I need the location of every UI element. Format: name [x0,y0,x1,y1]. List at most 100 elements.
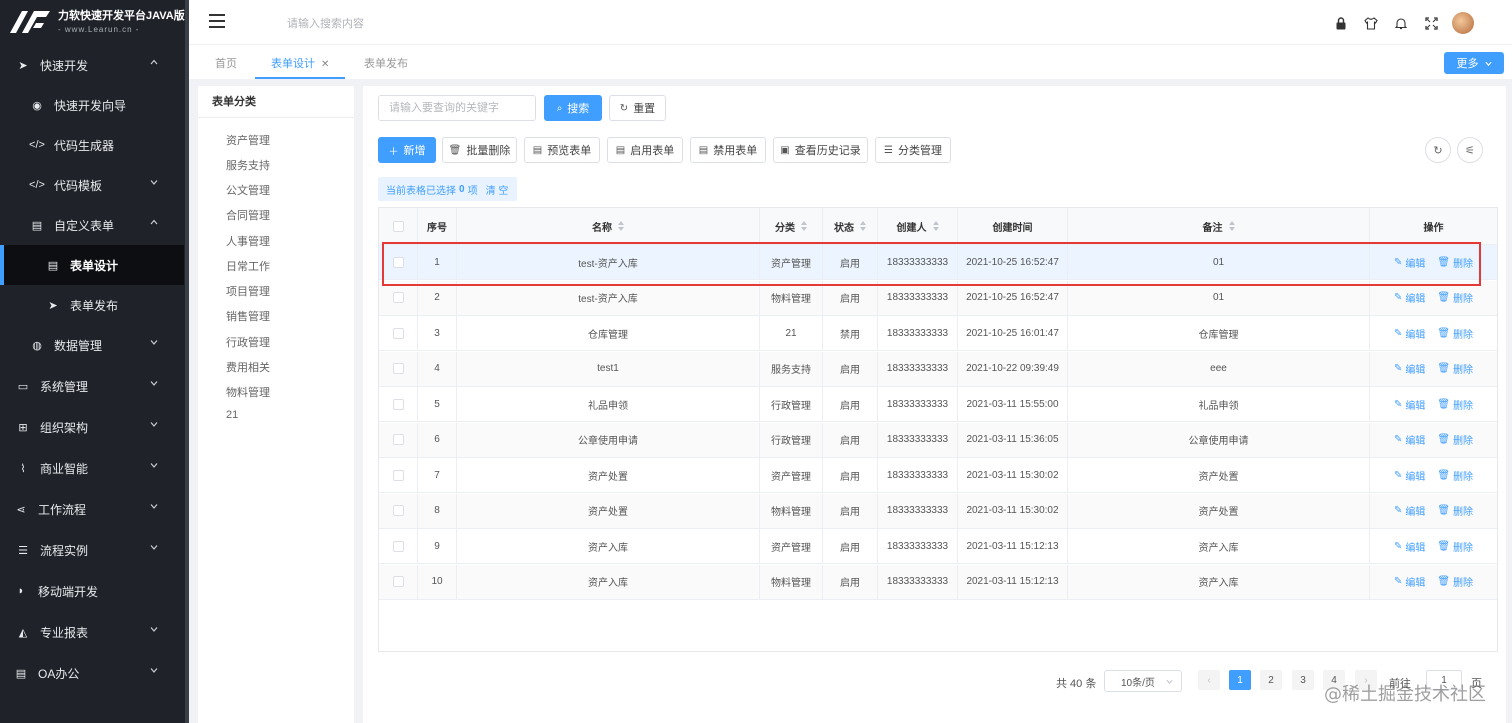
sidebar-item-oa-office[interactable]: ▤ OA办公 [0,653,184,693]
col-header-status[interactable]: 状态 [823,208,878,244]
delete-link[interactable]: 🗑 删除 [1437,397,1473,412]
avatar[interactable] [1452,12,1474,34]
delete-link[interactable]: 🗑 删除 [1437,539,1473,554]
sidebar-item-form-design[interactable]: ▤ 表单设计 [0,245,184,285]
category-item[interactable]: 服务支持 [226,157,270,173]
shirt-icon[interactable] [1362,14,1380,32]
row-checkbox[interactable] [392,469,404,481]
delete-link[interactable]: 🗑 删除 [1437,290,1473,305]
edit-link[interactable]: ✎ 编辑 [1394,290,1425,305]
delete-link[interactable]: 🗑 删除 [1437,361,1473,376]
edit-link[interactable]: ✎ 编辑 [1394,539,1425,554]
sidebar-item-quick-dev-wizard[interactable]: ◉ 快速开发向导 [0,85,184,125]
sidebar-item-business-intelligence[interactable]: ⌇ 商业智能 [0,448,184,488]
delete-link[interactable]: 🗑 删除 [1437,432,1473,447]
sidebar-item-custom-form[interactable]: ▤ 自定义表单 [0,205,184,245]
edit-link[interactable]: ✎ 编辑 [1394,468,1425,483]
refresh-table-button[interactable]: ↻ [1425,137,1451,163]
edit-link[interactable]: ✎ 编辑 [1394,432,1425,447]
page-button-2[interactable]: 2 [1260,670,1282,690]
page-button-3[interactable]: 3 [1292,670,1314,690]
category-item[interactable]: 项目管理 [226,283,270,299]
row-checkbox[interactable] [392,327,404,339]
sort-icon[interactable] [932,221,939,231]
clear-selection-link[interactable]: 清 空 [486,182,509,197]
view-history-button[interactable]: ▣ 查看历史记录 [773,137,868,163]
category-item[interactable]: 日常工作 [226,258,270,274]
category-item[interactable]: 费用相关 [226,359,270,375]
fullscreen-icon[interactable] [1422,14,1440,32]
row-checkbox[interactable] [392,576,404,587]
delete-link[interactable]: 🗑 删除 [1437,503,1473,518]
row-checkbox[interactable] [392,434,404,445]
sort-icon[interactable] [801,221,807,231]
row-checkbox[interactable] [392,292,404,303]
column-settings-button[interactable]: ⚟ [1457,137,1483,163]
sidebar-item-form-publish[interactable]: ➤ 表单发布 [0,285,184,325]
close-icon[interactable]: ✕ [321,59,329,70]
sidebar-scrollbar[interactable] [185,0,189,723]
col-header-remark[interactable]: 备注 [1068,208,1370,244]
sort-icon[interactable] [860,221,866,231]
delete-link[interactable]: 🗑 删除 [1437,326,1473,341]
col-header-creator[interactable]: 创建人 [878,208,958,244]
sidebar-item-professional-reports[interactable]: ◭ 专业报表 [0,612,184,652]
batch-delete-button[interactable]: 🗑 批量删除 [442,137,517,163]
table-row[interactable]: 3 仓库管理 21 禁用 18333333333 2021-10-25 16:01:47 仓… [379,316,1497,351]
table-row[interactable]: 6 公章使用申请 行政管理 启用 18333333333 2021-03-11 15:36… [379,422,1497,458]
bell-icon[interactable] [1392,14,1410,32]
tab-form-design[interactable]: 表单设计 ✕ [255,45,346,79]
sidebar-item-system-management[interactable]: ▭ 系统管理 [0,366,184,406]
edit-link[interactable]: ✎ 编辑 [1394,361,1425,376]
table-row[interactable]: 10 资产入库 物料管理 启用 18333333333 2021-03-11 15:12:… [379,564,1497,600]
enable-form-button[interactable]: ▤ 启用表单 [607,137,683,163]
page-button-1[interactable]: 1 [1229,670,1251,690]
sidebar-item-organization[interactable]: ⊞ 组织架构 [0,407,184,447]
delete-link[interactable]: 🗑 删除 [1437,574,1473,589]
edit-link[interactable]: ✎ 编辑 [1394,326,1425,341]
edit-link[interactable]: ✎ 编辑 [1394,574,1425,589]
col-header-category[interactable]: 分类 [760,208,823,244]
more-button[interactable]: 更多 [1444,52,1504,74]
sidebar-item-data-management[interactable]: ◍ 数据管理 [0,325,184,365]
row-checkbox[interactable] [392,398,404,410]
category-item[interactable]: 物料管理 [226,384,270,400]
sidebar-item-workflow[interactable]: ⋖ 工作流程 [0,489,184,529]
page-size-select[interactable]: 10条/页 [1104,670,1182,692]
preview-form-button[interactable]: ▤ 预览表单 [524,137,600,163]
table-row[interactable]: 5 礼品申领 行政管理 启用 18333333333 2021-03-11 15:55:0… [379,387,1497,422]
logo[interactable]: 力软快速开发平台JAVA版 - www.Learun.cn - [0,0,189,44]
category-item[interactable]: 合同管理 [226,207,270,223]
disable-form-button[interactable]: ▤ 禁用表单 [690,137,766,163]
sidebar-item-process-instance[interactable]: ☰ 流程实例 [0,530,184,570]
sidebar-item-mobile-dev[interactable]: ◗ 移动端开发 [0,571,184,611]
delete-link[interactable]: 🗑 删除 [1437,468,1473,483]
row-checkbox[interactable] [392,540,404,552]
edit-link[interactable]: ✎ 编辑 [1394,397,1425,412]
select-all-checkbox[interactable] [392,220,404,232]
menu-toggle-icon[interactable] [209,14,225,28]
select-all-cell[interactable] [379,208,418,244]
reset-button[interactable]: ↻ 重置 [609,95,666,121]
col-header-name[interactable]: 名称 [457,208,760,244]
table-row[interactable]: 8 资产处置 物料管理 启用 18333333333 2021-03-11 15:30:0… [379,493,1497,529]
edit-link[interactable]: ✎ 编辑 [1394,503,1425,518]
sort-icon[interactable] [618,221,624,231]
keyword-search-input[interactable]: 请输入要查询的关键字 [378,95,536,121]
category-management-button[interactable]: ☰ 分类管理 [875,137,951,163]
category-item[interactable]: 行政管理 [226,334,270,350]
category-item[interactable]: 公文管理 [226,182,270,198]
table-row[interactable]: 4 test1 服务支持 启用 18333333333 2021-10-22 09:39:… [379,351,1497,387]
table-row[interactable]: 9 资产入库 资产管理 启用 18333333333 2021-03-11 15:12:1… [379,529,1497,564]
lock-icon[interactable] [1332,14,1350,32]
tab-home[interactable]: 首页 [199,45,253,79]
add-button[interactable]: ＋新增 [378,137,436,163]
category-item[interactable]: 销售管理 [226,308,270,324]
table-row[interactable]: 7 资产处置 资产管理 启用 18333333333 2021-03-11 15:30:0… [379,458,1497,493]
tab-form-publish[interactable]: 表单发布 [348,45,424,79]
search-button[interactable]: ⌕ 搜索 [544,95,602,121]
sidebar-item-quick-dev[interactable]: ➤ 快速开发 [0,45,184,85]
sort-icon[interactable] [1228,221,1235,231]
sidebar-item-code-generator[interactable]: </> 代码生成器 [0,125,184,165]
global-search-input[interactable]: 请输入搜索内容 [287,15,364,31]
